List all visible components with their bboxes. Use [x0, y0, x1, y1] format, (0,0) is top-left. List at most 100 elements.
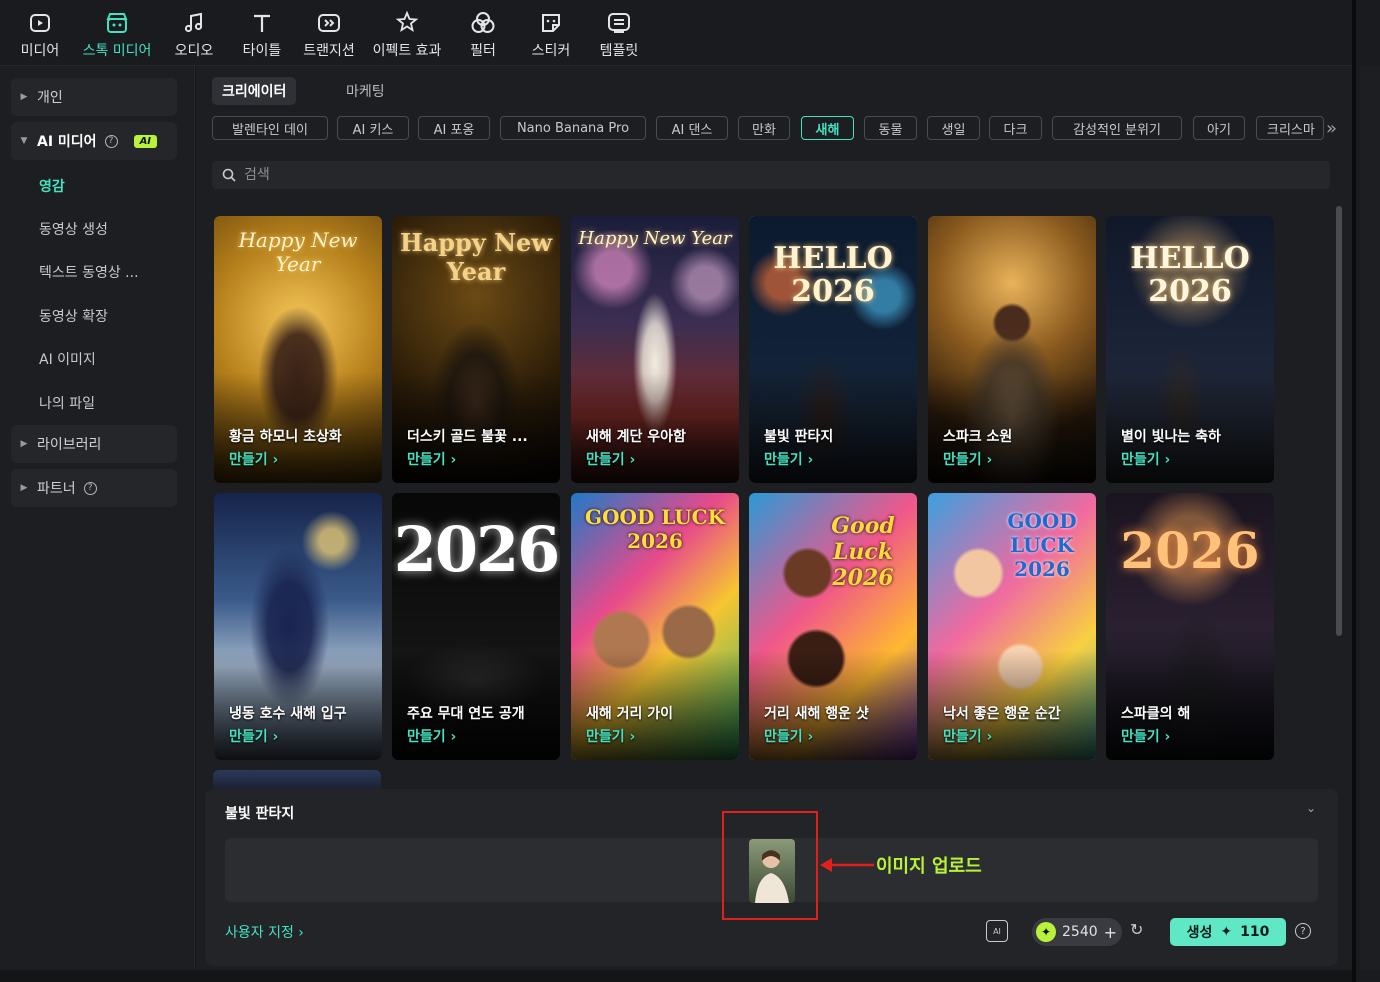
- chip-emotional[interactable]: 감성적인 분위기: [1052, 116, 1182, 140]
- toolbar-templates-label: 템플릿: [599, 43, 639, 59]
- sidebar-item-inspiration[interactable]: 영감: [39, 176, 65, 196]
- sidebar-item-video-generation[interactable]: 동영상 생성: [39, 219, 108, 239]
- toolbar-stickers[interactable]: 스티커: [528, 8, 574, 62]
- chip-cartoon[interactable]: 만화: [738, 116, 790, 140]
- card-headline: HELLO 2026: [1130, 241, 1250, 309]
- toolbar-templates[interactable]: 템플릿: [596, 8, 642, 62]
- template-card[interactable]: Happy New Year 황금 하모니 초상화 만들기: [214, 216, 382, 483]
- chip-birthday[interactable]: 생일: [927, 116, 980, 140]
- add-credits-icon[interactable]: +: [1104, 923, 1117, 942]
- sidebar-group-label: AI 미디어: [37, 134, 97, 150]
- chevron-double-right-icon[interactable]: »: [1326, 118, 1337, 139]
- custom-settings-link[interactable]: 사용자 지정: [225, 922, 304, 942]
- sidebar: ▶ 개인 ▼ AI 미디어 ? AI 영감 동영상 생성 텍스트 동영상 ...…: [0, 66, 195, 970]
- template-card[interactable]: HELLO 2026 별이 빛나는 축하 만들기: [1106, 216, 1274, 483]
- chip-nano-banana[interactable]: Nano Banana Pro: [500, 116, 646, 140]
- template-card[interactable]: 냉동 호수 새해 입구 만들기: [214, 493, 382, 760]
- card-make-link[interactable]: 만들기: [229, 449, 278, 469]
- help-icon[interactable]: ?: [104, 134, 118, 148]
- chip-ai-hug[interactable]: AI 포옹: [418, 116, 490, 140]
- card-title: 별이 빛나는 축하: [1121, 429, 1221, 445]
- template-card[interactable]: 스파크 소원 만들기: [928, 216, 1096, 483]
- ai-prompt-icon[interactable]: AI: [986, 920, 1008, 942]
- toolbar-audio[interactable]: 오디오: [172, 8, 216, 62]
- template-card[interactable]: GOOD LUCK 2026 낙서 좋은 행운 순간 만들기: [928, 493, 1096, 760]
- generate-button[interactable]: 생성 ✦ 110: [1170, 918, 1286, 946]
- card-title: 스파크 소원: [943, 429, 1013, 445]
- template-card[interactable]: 2026 스파클의 해 만들기: [1106, 493, 1274, 760]
- sidebar-item-text-to-video[interactable]: 텍스트 동영상 ...: [39, 262, 139, 282]
- card-make-link[interactable]: 만들기: [764, 449, 813, 469]
- chip-dark[interactable]: 다크: [989, 116, 1042, 140]
- chip-ai-kiss[interactable]: AI 키스: [337, 116, 409, 140]
- card-make-link[interactable]: 만들기: [764, 726, 813, 746]
- card-make-link[interactable]: 만들기: [1121, 726, 1170, 746]
- toolbar-effects[interactable]: 이펙트 효과: [368, 8, 446, 62]
- template-card[interactable]: Good Luck 2026 거리 새해 행운 샷 만들기: [749, 493, 917, 760]
- toolbar-filters[interactable]: 필터: [466, 8, 500, 62]
- caret-down-icon: ▼: [20, 136, 28, 146]
- card-headline: Happy New Year: [400, 228, 552, 286]
- chevron-down-icon[interactable]: ⌄: [1306, 801, 1316, 815]
- tab-marketing[interactable]: 마케팅: [336, 77, 395, 105]
- credits-balance[interactable]: ✦ 2540 +: [1032, 918, 1122, 946]
- toolbar-transitions[interactable]: 트랜지션: [300, 8, 358, 62]
- music-note-icon: [182, 8, 206, 38]
- toolbar-media[interactable]: 미디어: [18, 8, 62, 62]
- template-card[interactable]: GOOD LUCK 2026 새해 거리 가이 만들기: [571, 493, 739, 760]
- card-make-link[interactable]: 만들기: [229, 726, 278, 746]
- sidebar-group-library[interactable]: ▶ 라이브러리: [11, 425, 177, 463]
- card-make-link[interactable]: 만들기: [407, 449, 456, 469]
- toolbar-titles[interactable]: 타이틀: [240, 8, 284, 62]
- chip-animal[interactable]: 동물: [864, 116, 917, 140]
- chip-valentine[interactable]: 발렌타인 데이: [212, 116, 328, 140]
- refresh-icon[interactable]: ↻: [1130, 920, 1143, 939]
- tab-creator[interactable]: 크리에이터: [212, 77, 297, 105]
- sidebar-item-video-extend[interactable]: 동영상 확장: [39, 306, 108, 326]
- category-chips: 발렌타인 데이 AI 키스 AI 포옹 Nano Banana Pro AI 댄…: [212, 116, 1324, 140]
- card-make-link[interactable]: 만들기: [943, 449, 992, 469]
- template-card[interactable]: Happy New Year 새해 계단 우아함 만들기: [571, 216, 739, 483]
- sidebar-group-partner[interactable]: ▶ 파트너 ?: [11, 469, 177, 507]
- card-make-link[interactable]: 만들기: [586, 726, 635, 746]
- toolbar-stock-media[interactable]: 스톡 미디어: [78, 8, 156, 62]
- card-make-link[interactable]: 만들기: [943, 726, 992, 746]
- toolbar-transitions-label: 트랜지션: [303, 43, 355, 59]
- sidebar-item-ai-image[interactable]: AI 이미지: [39, 349, 96, 369]
- chip-christmas[interactable]: 크리스마: [1256, 116, 1324, 140]
- card-make-link[interactable]: 만들기: [1121, 449, 1170, 469]
- template-card-selected[interactable]: HELLO 2026 불빛 판타지 만들기: [749, 216, 917, 483]
- media-icon: [28, 8, 52, 38]
- top-toolbar: 미디어 스톡 미디어 오디오 타이틀 트랜지션 이펙트 효과 필터 스티커 템플…: [0, 0, 1352, 66]
- search-bar[interactable]: [212, 161, 1330, 189]
- credit-coin-icon: ✦: [1036, 922, 1056, 942]
- sidebar-group-personal[interactable]: ▶ 개인: [11, 78, 177, 116]
- help-icon[interactable]: ?: [83, 481, 97, 495]
- toolbar-audio-label: 오디오: [174, 43, 214, 59]
- card-headline: GOOD LUCK 2026: [585, 505, 725, 553]
- sidebar-group-label: 라이브러리: [37, 437, 102, 453]
- card-title: 새해 거리 가이: [586, 706, 674, 722]
- template-card[interactable]: Happy New Year 더스키 골드 불꽃 ... 만들기: [392, 216, 560, 483]
- template-card-partial[interactable]: [213, 770, 381, 790]
- help-icon[interactable]: ?: [1295, 923, 1311, 939]
- sidebar-item-my-files[interactable]: 나의 파일: [39, 393, 95, 413]
- card-make-link[interactable]: 만들기: [407, 726, 456, 746]
- toolbar-stickers-label: 스티커: [531, 43, 571, 59]
- scrollbar[interactable]: [1336, 206, 1342, 636]
- sticker-icon: [538, 8, 564, 38]
- card-headline: HELLO 2026: [773, 241, 893, 309]
- ai-badge: AI: [133, 134, 158, 148]
- stock-media-icon: [104, 8, 130, 38]
- card-title: 더스키 골드 불꽃 ...: [407, 429, 528, 445]
- text-t-icon: [250, 8, 274, 38]
- template-card[interactable]: 2026 주요 무대 연도 공개 만들기: [392, 493, 560, 760]
- caret-right-icon: ▶: [20, 92, 28, 102]
- chip-baby[interactable]: 아기: [1193, 116, 1245, 140]
- chip-new-year[interactable]: 새해: [801, 116, 854, 140]
- card-make-link[interactable]: 만들기: [586, 449, 635, 469]
- sparkle-icon: ✦: [1220, 924, 1233, 940]
- sidebar-group-ai-media[interactable]: ▼ AI 미디어 ? AI: [11, 122, 177, 160]
- chip-ai-dance[interactable]: AI 댄스: [656, 116, 728, 140]
- search-input[interactable]: [244, 167, 1244, 183]
